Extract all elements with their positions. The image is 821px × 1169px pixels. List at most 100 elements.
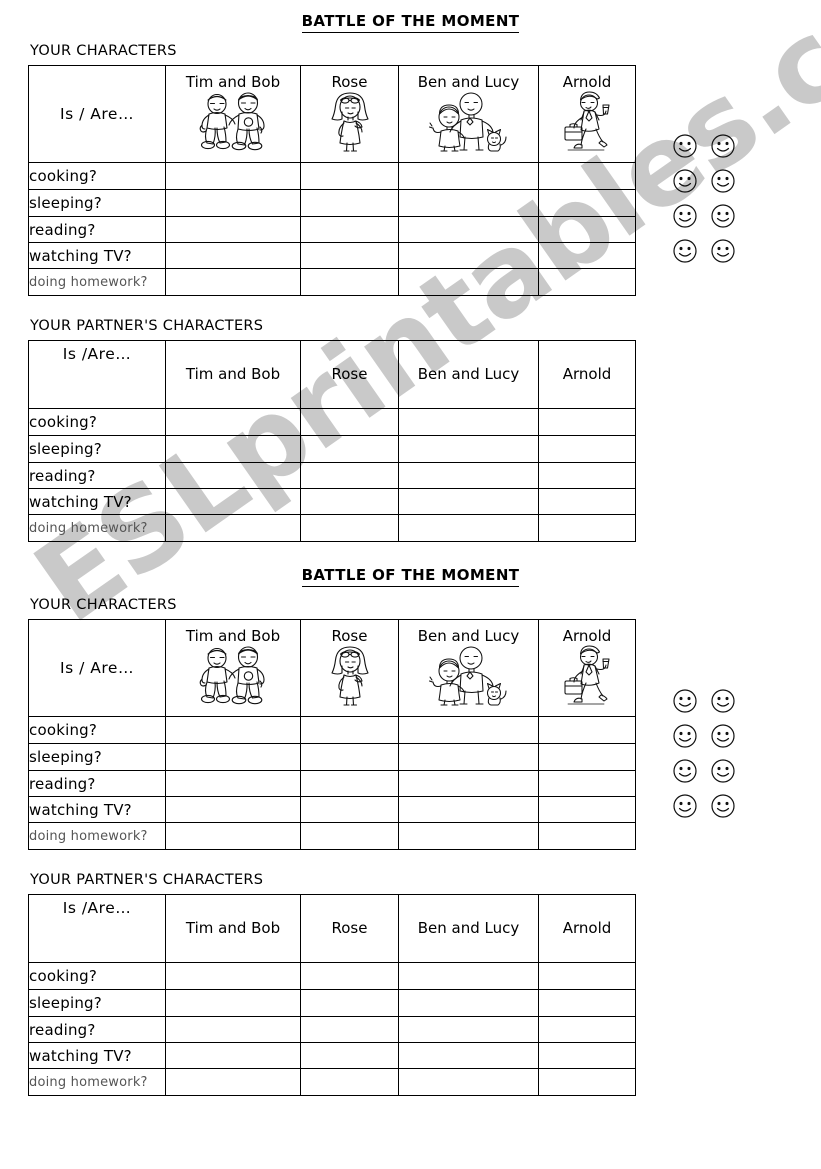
answer-cell[interactable] (165, 1016, 301, 1043)
answer-cell[interactable] (538, 268, 636, 296)
answer-cell[interactable] (300, 462, 399, 489)
answer-cell[interactable] (538, 462, 636, 489)
answer-cell[interactable] (300, 822, 399, 850)
answer-cell[interactable] (300, 189, 399, 217)
answer-cell[interactable] (538, 242, 636, 269)
answer-cell[interactable] (300, 796, 399, 823)
answer-cell[interactable] (300, 216, 399, 243)
smiley-face-icon[interactable] (710, 133, 736, 159)
smiley-face-icon[interactable] (672, 793, 698, 819)
smiley-face-icon[interactable] (672, 203, 698, 229)
answer-cell[interactable] (165, 796, 301, 823)
answer-cell[interactable] (300, 1016, 399, 1043)
answer-cell[interactable] (398, 822, 539, 850)
answer-cell[interactable] (300, 989, 399, 1017)
answer-cell[interactable] (300, 514, 399, 542)
answer-cell[interactable] (165, 770, 301, 797)
answer-cell[interactable] (398, 488, 539, 515)
answer-cell[interactable] (538, 716, 636, 744)
smiley-face-icon[interactable] (710, 723, 736, 749)
answer-cell[interactable] (538, 488, 636, 515)
answer-cell[interactable] (165, 989, 301, 1017)
answer-cell[interactable] (300, 408, 399, 436)
answer-cell[interactable] (538, 962, 636, 990)
answer-cell[interactable] (165, 1042, 301, 1069)
answer-cell[interactable] (398, 162, 539, 190)
smiley-face-icon[interactable] (710, 168, 736, 194)
answer-cell[interactable] (398, 770, 539, 797)
smiley-face-icon[interactable] (710, 793, 736, 819)
smiley-face-icon[interactable] (672, 688, 698, 714)
answer-cell[interactable] (398, 1016, 539, 1043)
answer-cell[interactable] (398, 462, 539, 489)
answer-cell[interactable] (165, 268, 301, 296)
header-cell-arnold: Arnold (538, 340, 636, 409)
answer-cell[interactable] (538, 1068, 636, 1096)
answer-cell[interactable] (300, 435, 399, 463)
answer-cell[interactable] (398, 716, 539, 744)
answer-cell[interactable] (300, 962, 399, 990)
answer-cell[interactable] (165, 242, 301, 269)
answer-cell[interactable] (398, 989, 539, 1017)
answer-cell[interactable] (165, 743, 301, 771)
answer-cell[interactable] (538, 216, 636, 243)
answer-cell[interactable] (398, 408, 539, 436)
answer-cell[interactable] (300, 743, 399, 771)
answer-cell[interactable] (398, 242, 539, 269)
answer-cell[interactable] (538, 1016, 636, 1043)
answer-cell[interactable] (165, 462, 301, 489)
answer-cell[interactable] (398, 962, 539, 990)
smiley-face-icon[interactable] (672, 133, 698, 159)
answer-cell[interactable] (398, 1042, 539, 1069)
answer-cell[interactable] (300, 268, 399, 296)
answer-cell[interactable] (398, 216, 539, 243)
answer-cell[interactable] (538, 162, 636, 190)
answer-cell[interactable] (300, 488, 399, 515)
answer-cell[interactable] (300, 242, 399, 269)
answer-cell[interactable] (538, 514, 636, 542)
table-row: cooking? (28, 408, 636, 436)
answer-cell[interactable] (165, 408, 301, 436)
answer-cell[interactable] (165, 1068, 301, 1096)
answer-cell[interactable] (398, 435, 539, 463)
answer-cell[interactable] (538, 796, 636, 823)
answer-cell[interactable] (300, 770, 399, 797)
smiley-face-icon[interactable] (672, 723, 698, 749)
smiley-face-icon[interactable] (672, 168, 698, 194)
smiley-face-icon[interactable] (672, 758, 698, 784)
answer-cell[interactable] (538, 435, 636, 463)
answer-cell[interactable] (538, 743, 636, 771)
smiley-face-icon[interactable] (710, 203, 736, 229)
table-row: reading? (28, 462, 636, 489)
answer-cell[interactable] (300, 162, 399, 190)
answer-cell[interactable] (165, 488, 301, 515)
answer-cell[interactable] (165, 435, 301, 463)
answer-cell[interactable] (165, 216, 301, 243)
answer-cell[interactable] (398, 268, 539, 296)
answer-cell[interactable] (538, 1042, 636, 1069)
answer-cell[interactable] (538, 770, 636, 797)
answer-cell[interactable] (538, 989, 636, 1017)
answer-cell[interactable] (300, 1042, 399, 1069)
answer-cell[interactable] (300, 716, 399, 744)
answer-cell[interactable] (398, 743, 539, 771)
answer-cell[interactable] (398, 796, 539, 823)
answer-cell[interactable] (398, 189, 539, 217)
answer-cell[interactable] (165, 822, 301, 850)
answer-cell[interactable] (538, 822, 636, 850)
answer-cell[interactable] (398, 514, 539, 542)
answer-cell[interactable] (538, 408, 636, 436)
answer-cell[interactable] (538, 189, 636, 217)
answer-cell[interactable] (165, 162, 301, 190)
smiley-face-icon[interactable] (710, 688, 736, 714)
answer-cell[interactable] (300, 1068, 399, 1096)
answer-cell[interactable] (165, 962, 301, 990)
answer-cell[interactable] (398, 1068, 539, 1096)
section-label-your-characters-2: YOUR CHARACTERS (30, 597, 177, 613)
smiley-face-icon[interactable] (672, 238, 698, 264)
smiley-face-icon[interactable] (710, 238, 736, 264)
smiley-face-icon[interactable] (710, 758, 736, 784)
answer-cell[interactable] (165, 716, 301, 744)
answer-cell[interactable] (165, 189, 301, 217)
answer-cell[interactable] (165, 514, 301, 542)
